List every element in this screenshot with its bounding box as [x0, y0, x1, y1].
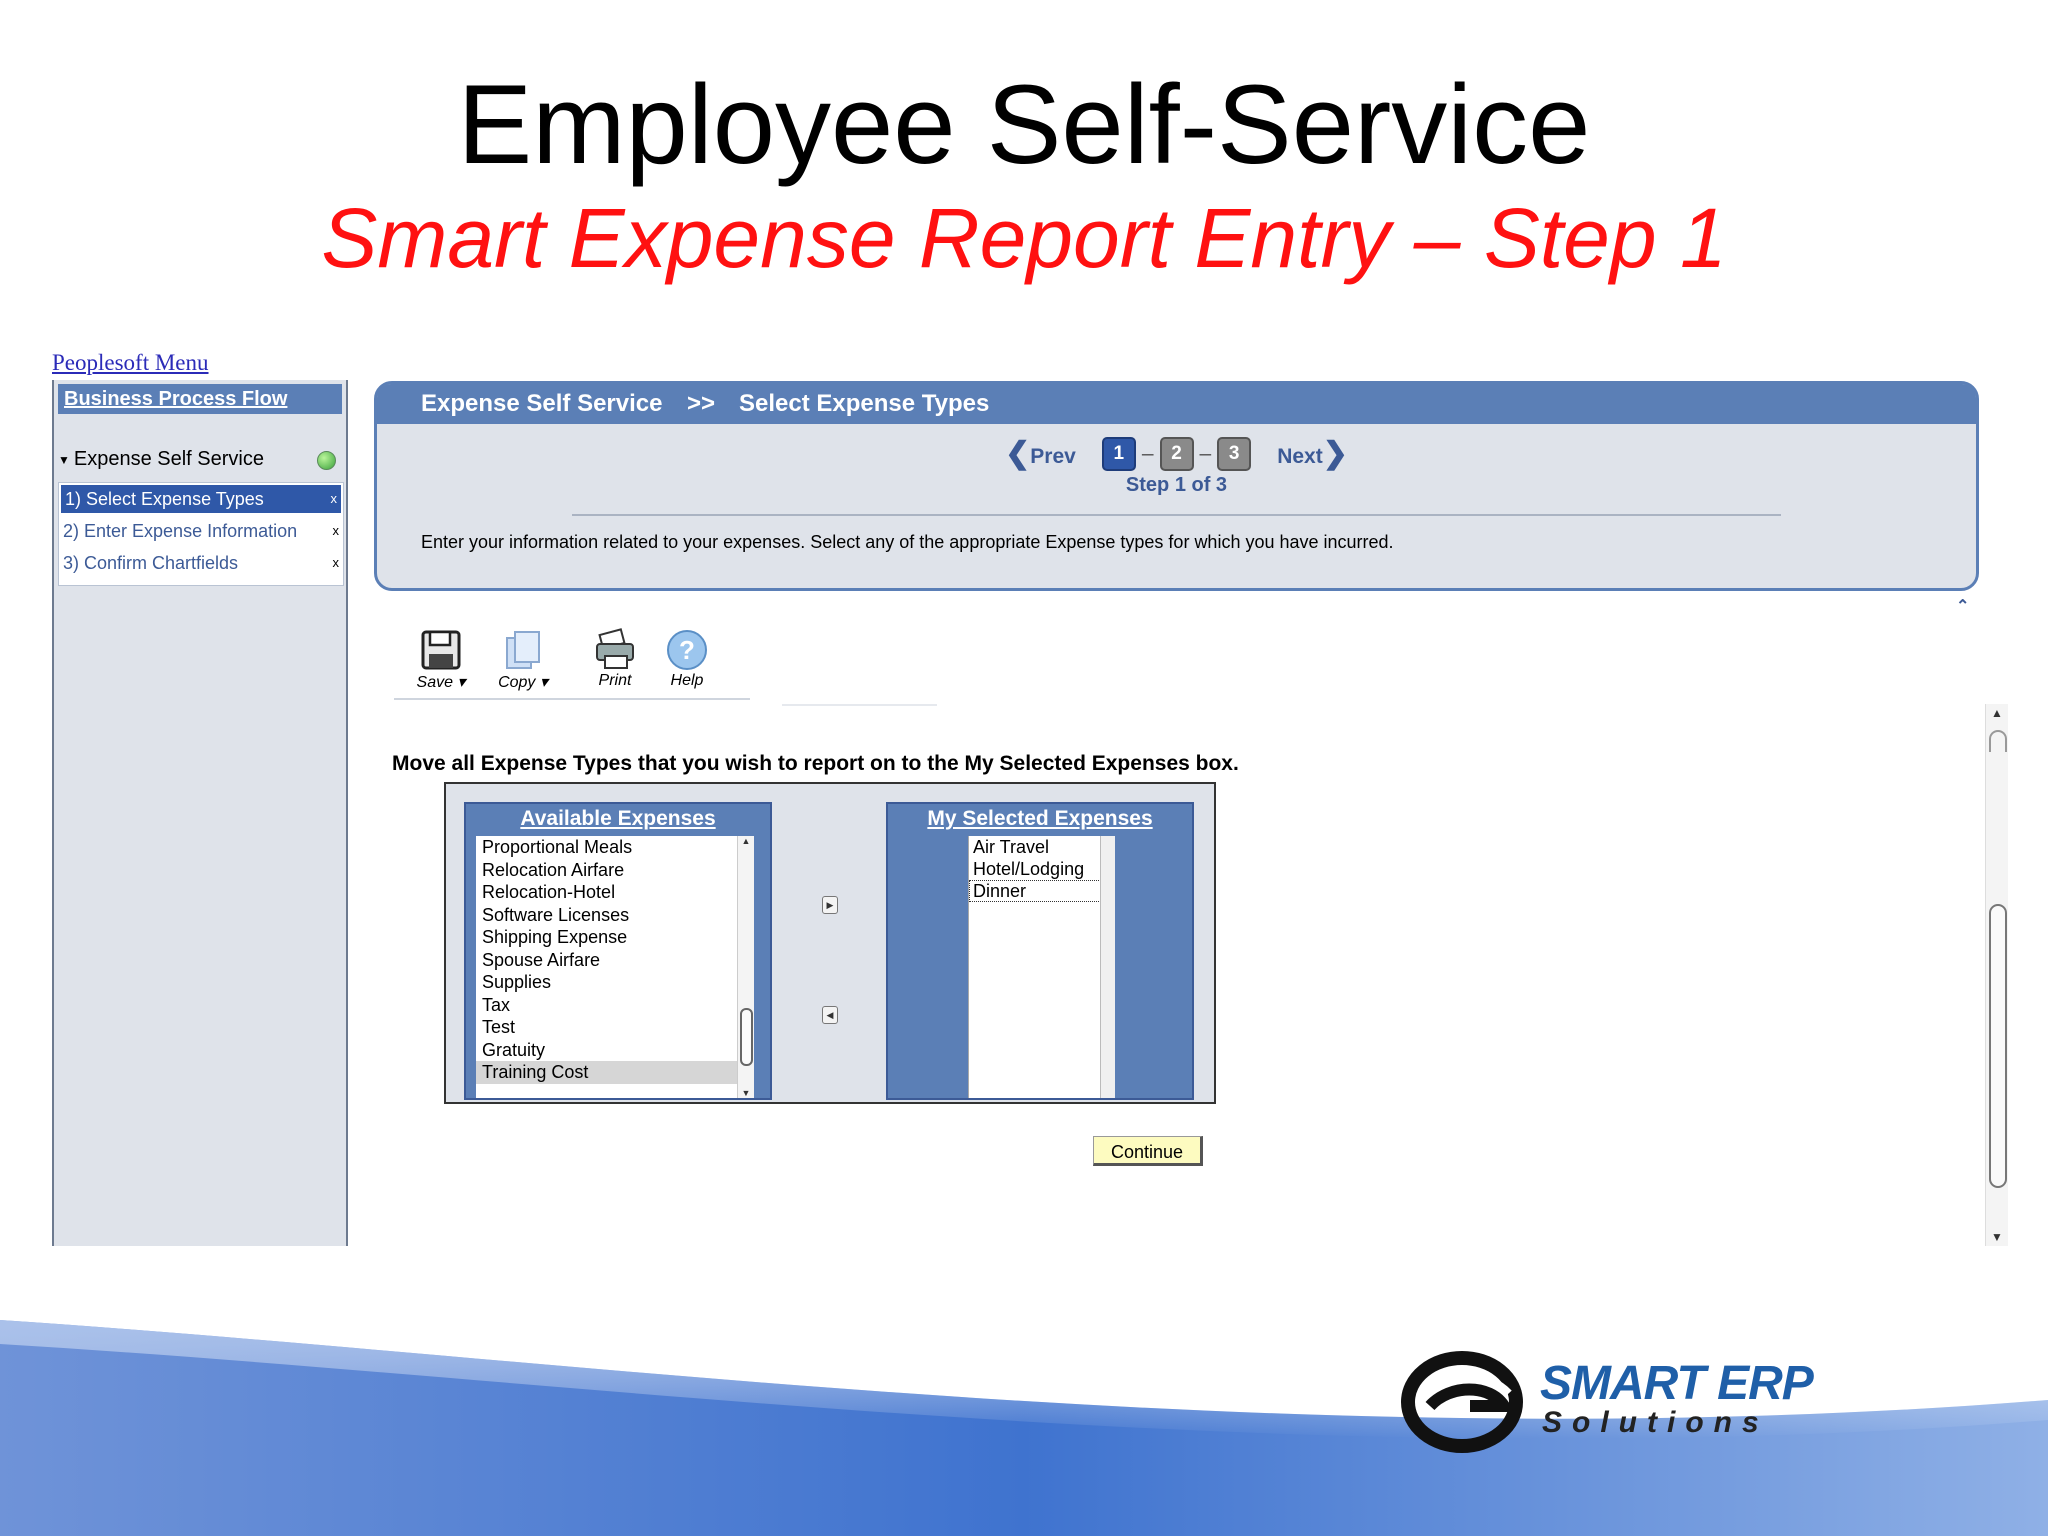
help-question-icon: ?: [667, 630, 707, 670]
step-dash: –: [1141, 441, 1154, 465]
print-button[interactable]: Print: [580, 624, 650, 690]
step-1-button[interactable]: 1: [1101, 436, 1136, 471]
divider: [572, 514, 1781, 516]
scroll-down-icon[interactable]: ▼: [738, 1088, 754, 1098]
breadcrumb: Expense Self Service >> Select Expense T…: [377, 384, 1976, 424]
smart-erp-logo: SMART ERP Solutions: [1400, 1344, 1820, 1460]
scroll-track-top: [1989, 730, 2007, 752]
available-expenses-listbox[interactable]: Proportional Meals Relocation Airfare Relo…: [476, 836, 754, 1098]
move-right-button[interactable]: ▶: [822, 896, 838, 914]
copy-label: Copy: [498, 674, 536, 691]
list-item[interactable]: Air Travel: [969, 836, 1115, 858]
list-item[interactable]: Supplies: [476, 971, 738, 994]
move-left-button[interactable]: ◀: [822, 1006, 838, 1024]
business-process-flow-header[interactable]: Business Process Flow: [58, 384, 342, 414]
step-mark: x: [332, 523, 340, 538]
available-expenses-panel: Available Expenses Proportional Meals Rel…: [464, 802, 772, 1100]
continue-button[interactable]: Continue: [1093, 1136, 1203, 1166]
logo-tagline: Solutions: [1542, 1406, 1769, 1439]
step-header-panel: Expense Self Service >> Select Expense T…: [374, 381, 1979, 591]
selected-expenses-panel: My Selected Expenses Air Travel Hotel/Lod…: [886, 802, 1194, 1100]
smart-erp-logo-mark-icon: [1401, 1351, 1523, 1453]
step-label: 1) Select Expense Types: [65, 489, 264, 509]
arrow-right-icon: ▶: [826, 900, 834, 910]
printer-icon: [596, 628, 634, 669]
group-label: Expense Self Service: [73, 448, 264, 470]
print-label: Print: [598, 672, 632, 689]
selected-expenses-listbox[interactable]: Air Travel Hotel/Lodging Dinner: [968, 836, 1115, 1098]
slide-title: Employee Self-Service: [457, 62, 1591, 187]
breadcrumb-select-expense-types: Select Expense Types: [739, 390, 990, 417]
arrow-left-icon: ◀: [826, 1010, 834, 1020]
save-button[interactable]: Save ▾: [406, 624, 476, 692]
next-button[interactable]: Next❯: [1277, 436, 1348, 471]
step-navigator: ❮Prev 1 – 2 – 3 Next❯: [377, 436, 1976, 471]
logo-wordmark: SMART ERP: [1540, 1357, 1814, 1410]
next-label: Next: [1277, 445, 1323, 468]
toolbar: Save ▾ Copy ▾ Print ? Help: [394, 624, 750, 700]
scroll-thumb[interactable]: [1989, 904, 2007, 1188]
list-item[interactable]: Relocation-Hotel: [476, 881, 738, 904]
list-item[interactable]: Proportional Meals: [476, 836, 738, 859]
list-item[interactable]: Hotel/Lodging: [969, 858, 1115, 880]
step-dash: –: [1199, 441, 1212, 465]
step-2-button[interactable]: 2: [1159, 436, 1194, 471]
prev-button[interactable]: ❮Prev: [1005, 436, 1076, 471]
business-process-sidebar: Business Process Flow ▼ Expense Self Serv…: [52, 380, 348, 1246]
list-item[interactable]: Relocation Airfare: [476, 859, 738, 882]
copy-document-icon: [506, 631, 540, 669]
list-item[interactable]: Gratuity: [476, 1039, 738, 1062]
divider: [782, 704, 937, 706]
scroll-thumb[interactable]: [740, 1008, 753, 1066]
chevron-right-icon: ❯: [1322, 437, 1348, 470]
steps-list: 1) Select Expense Types x 2) Enter Expen…: [58, 482, 344, 586]
step-3-button[interactable]: 3: [1217, 436, 1252, 471]
step-mark: x: [332, 555, 340, 570]
list-item[interactable]: Dinner: [969, 880, 1115, 902]
peoplesoft-menu-link[interactable]: Peoplesoft Menu: [52, 350, 209, 376]
step-mark: x: [330, 491, 338, 506]
sidebar-step-confirm-chartfields[interactable]: 3) Confirm Chartfields x: [59, 547, 343, 579]
expense-selector: Available Expenses Proportional Meals Rel…: [444, 782, 1216, 1104]
save-label: Save: [416, 674, 453, 691]
list-item[interactable]: Software Licenses: [476, 904, 738, 927]
prev-label: Prev: [1030, 445, 1076, 468]
list-item[interactable]: Shipping Expense: [476, 926, 738, 949]
page-scrollbar[interactable]: ▲ ▼: [1985, 704, 2008, 1246]
floppy-disk-icon: [421, 630, 461, 670]
breadcrumb-separator: >>: [687, 390, 716, 417]
svg-text:?: ?: [679, 635, 695, 665]
list-item[interactable]: Spouse Airfare: [476, 949, 738, 972]
collapse-up-icon[interactable]: ⌃: [1956, 596, 1969, 616]
sidebar-step-select-expense-types[interactable]: 1) Select Expense Types x: [61, 485, 341, 513]
step-label: 3) Confirm Chartfields: [63, 553, 239, 573]
slide-subtitle: Smart Expense Report Entry – Step 1: [321, 191, 1727, 285]
listbox-scrollbar[interactable]: [1100, 836, 1115, 1098]
list-item[interactable]: Tax: [476, 994, 738, 1017]
collapse-triangle-icon[interactable]: ▼: [58, 447, 70, 473]
help-button[interactable]: ? Help: [652, 624, 722, 690]
expense-self-service-group[interactable]: ▼ Expense Self Service: [58, 446, 342, 473]
list-item[interactable]: Training Cost: [476, 1061, 738, 1084]
step-indicator: Step 1 of 3: [1125, 474, 1228, 496]
step-label: 2) Enter Expense Information: [63, 521, 298, 541]
available-expenses-title: Available Expenses: [520, 807, 716, 830]
list-item[interactable]: Test: [476, 1016, 738, 1039]
scroll-up-icon[interactable]: ▲: [738, 836, 754, 846]
chevron-left-icon: ❮: [1005, 437, 1031, 470]
listbox-scrollbar[interactable]: ▲ ▼: [737, 836, 754, 1098]
status-dot-icon: [317, 451, 336, 470]
scroll-up-icon[interactable]: ▲: [1986, 706, 2008, 720]
sidebar-step-enter-expense-information[interactable]: 2) Enter Expense Information x: [59, 515, 343, 547]
copy-button[interactable]: Copy ▾: [488, 624, 558, 692]
selected-expenses-title: My Selected Expenses: [927, 807, 1153, 830]
instruction-text: Move all Expense Types that you wish to …: [392, 752, 1239, 775]
scroll-down-icon[interactable]: ▼: [1986, 1230, 2008, 1244]
help-label: Help: [670, 672, 704, 689]
breadcrumb-expense-self-service: Expense Self Service: [421, 390, 663, 417]
page-description: Enter your information related to your e…: [421, 532, 1394, 552]
